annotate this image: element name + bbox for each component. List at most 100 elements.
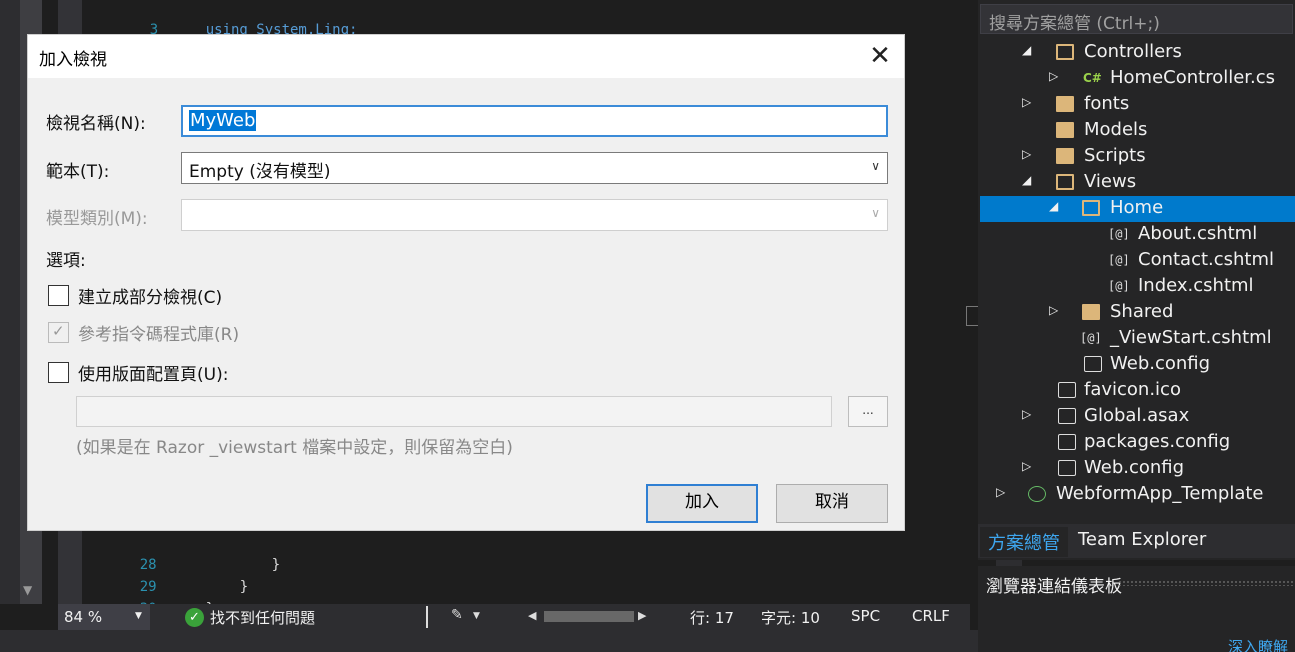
tree-item-label: packages.config	[1084, 431, 1231, 452]
collapsed-arrow-icon[interactable]: ▷	[1022, 147, 1031, 161]
tree-item-index[interactable]: [@] Index.cshtml	[980, 274, 1295, 300]
browse-button[interactable]: ...	[848, 396, 888, 427]
solution-search-input[interactable]: 搜尋方案總管 (Ctrl+;)	[980, 4, 1293, 34]
folder-open-icon	[1056, 44, 1074, 60]
collapsed-arrow-icon[interactable]: ▷	[1049, 69, 1058, 83]
tree-item-webconfig[interactable]: ▷ Web.config	[980, 456, 1295, 482]
web-project-icon	[1028, 486, 1046, 502]
editor-status-bar: 84 % ▼ ✓ 找不到任何問題 ✎ ▼ ◀ ▶ 行: 17 字元: 10 SP…	[58, 604, 970, 630]
tree-item-controllers[interactable]: ◢ Controllers	[980, 40, 1295, 66]
cshtml-file-icon: [@]	[1080, 331, 1102, 345]
folder-icon	[1056, 122, 1074, 138]
cshtml-file-icon: [@]	[1108, 253, 1130, 267]
chevron-down-icon: ∨	[871, 159, 880, 173]
partial-view-checkbox[interactable]	[48, 285, 69, 306]
folder-icon	[1082, 304, 1100, 320]
tree-item-packages-config[interactable]: packages.config	[980, 430, 1295, 456]
tree-item-label: Global.asax	[1084, 405, 1190, 426]
tree-item-global-asax[interactable]: ▷ Global.asax	[980, 404, 1295, 430]
brush-icon[interactable]: ✎	[451, 607, 463, 623]
collapsed-arrow-icon[interactable]: ▷	[1022, 407, 1031, 421]
tree-item-views-webconfig[interactable]: Web.config	[980, 352, 1295, 378]
ico-file-icon	[1058, 382, 1076, 398]
scroll-left-arrow-icon[interactable]: ◀	[528, 609, 536, 622]
csharp-file-icon: C#	[1083, 71, 1102, 85]
status-divider	[426, 606, 428, 628]
view-name-value: MyWeb	[189, 110, 257, 131]
add-view-dialog: 加入檢視 ✕ 檢視名稱(N): MyWeb 範本(T): Empty (沒有模型…	[27, 34, 905, 531]
check-icon: ✓	[52, 322, 65, 340]
folder-open-icon	[1082, 200, 1100, 216]
solution-explorer: 搜尋方案總管 (Ctrl+;) ◢ Controllers ▷ C# HomeC…	[978, 0, 1295, 560]
partial-view-label[interactable]: 建立成部分檢視(C)	[78, 283, 222, 308]
use-layout-label[interactable]: 使用版面配置頁(U):	[78, 360, 228, 385]
cshtml-file-icon: [@]	[1108, 227, 1130, 241]
tree-item-label: Contact.cshtml	[1138, 249, 1275, 270]
solution-explorer-tabs: 方案總管 Team Explorer	[978, 524, 1295, 558]
check-circle-icon: ✓	[185, 608, 204, 627]
tree-item-label: Controllers	[1084, 41, 1182, 62]
tree-item-viewstart[interactable]: [@] _ViewStart.cshtml	[980, 326, 1295, 352]
expanded-arrow-icon[interactable]: ◢	[1049, 199, 1058, 213]
collapsed-arrow-icon[interactable]: ▷	[1049, 303, 1058, 317]
chevron-down-icon[interactable]: ▼	[473, 611, 480, 621]
reference-scripts-checkbox[interactable]: ✓	[48, 322, 69, 343]
folder-open-icon	[1056, 174, 1074, 190]
reference-scripts-label[interactable]: 參考指令碼程式庫(R)	[78, 320, 239, 345]
learn-more-link[interactable]: 深入瞭解	[1228, 636, 1288, 652]
search-placeholder: 搜尋方案總管 (Ctrl+;)	[989, 14, 1160, 34]
template-select[interactable]: Empty (沒有模型) ∨	[181, 152, 888, 184]
cancel-button[interactable]: 取消	[776, 484, 888, 523]
tree-item-favicon[interactable]: favicon.ico	[980, 378, 1295, 404]
whitespace-indicator: SPC	[851, 607, 881, 625]
collapsed-arrow-icon[interactable]: ▷	[996, 485, 1005, 499]
tree-item-views[interactable]: ◢ Views	[980, 170, 1295, 196]
tree-item-contact[interactable]: [@] Contact.cshtml	[980, 248, 1295, 274]
tree-item-label: Web.config	[1110, 353, 1211, 374]
tree-item-label: HomeController.cs	[1110, 67, 1276, 88]
folder-icon	[1056, 96, 1074, 112]
zoom-dropdown[interactable]: 84 % ▼	[58, 604, 150, 630]
issues-status[interactable]: 找不到任何問題	[210, 607, 315, 628]
model-class-select[interactable]: ∨	[181, 199, 888, 231]
scroll-right-arrow-icon[interactable]: ▶	[638, 609, 646, 622]
tree-item-label: Views	[1084, 171, 1137, 192]
tree-item-label: fonts	[1084, 93, 1130, 114]
config-file-icon	[1084, 356, 1102, 372]
tree-item-label: Web.config	[1084, 457, 1185, 478]
layout-page-input[interactable]	[76, 396, 832, 427]
line-indicator: 行: 17	[690, 609, 734, 627]
browser-link-dashboard: 瀏覽器連結儀表板 深入瞭解	[978, 566, 1295, 652]
view-name-input[interactable]: MyWeb	[181, 105, 888, 137]
tree-item-label: _ViewStart.cshtml	[1110, 327, 1272, 348]
tree-item-models[interactable]: Models	[980, 118, 1295, 144]
close-icon[interactable]: ✕	[866, 43, 894, 71]
tree-item-label: Shared	[1110, 301, 1174, 322]
tree-item-shared[interactable]: ▷ Shared	[980, 300, 1295, 326]
scroll-down-arrow-icon[interactable]: ▼	[23, 583, 32, 597]
panel-grip[interactable]	[1118, 580, 1293, 586]
expanded-arrow-icon[interactable]: ◢	[1022, 43, 1031, 57]
use-layout-checkbox[interactable]	[48, 362, 69, 383]
options-heading: 選項:	[46, 251, 86, 271]
template-value: Empty (沒有模型)	[189, 162, 331, 182]
tree-item-label: Index.cshtml	[1138, 275, 1254, 296]
horizontal-scroll-thumb[interactable]	[544, 611, 634, 622]
tab-solution-explorer[interactable]: 方案總管	[980, 527, 1068, 557]
collapsed-arrow-icon[interactable]: ▷	[1022, 95, 1031, 109]
tree-item-homecontroller[interactable]: ▷ C# HomeController.cs	[980, 66, 1295, 92]
add-button[interactable]: 加入	[646, 484, 758, 523]
tree-item-home[interactable]: ◢ Home	[980, 196, 1295, 222]
expanded-arrow-icon[interactable]: ◢	[1022, 173, 1031, 187]
tree-item-about[interactable]: [@] About.cshtml	[980, 222, 1295, 248]
tree-item-webform-project[interactable]: ▷ WebformApp_Template	[980, 482, 1295, 508]
asax-file-icon	[1058, 408, 1076, 424]
tab-team-explorer[interactable]: Team Explorer	[1070, 527, 1214, 557]
layout-hint: (如果是在 Razor _viewstart 檔案中設定，則保留為空白)	[76, 438, 513, 458]
panel-title: 瀏覽器連結儀表板	[986, 577, 1122, 597]
tree-item-fonts[interactable]: ▷ fonts	[980, 92, 1295, 118]
cshtml-file-icon: [@]	[1108, 279, 1130, 293]
config-file-icon	[1058, 434, 1076, 450]
tree-item-scripts[interactable]: ▷ Scripts	[980, 144, 1295, 170]
collapsed-arrow-icon[interactable]: ▷	[1022, 459, 1031, 473]
